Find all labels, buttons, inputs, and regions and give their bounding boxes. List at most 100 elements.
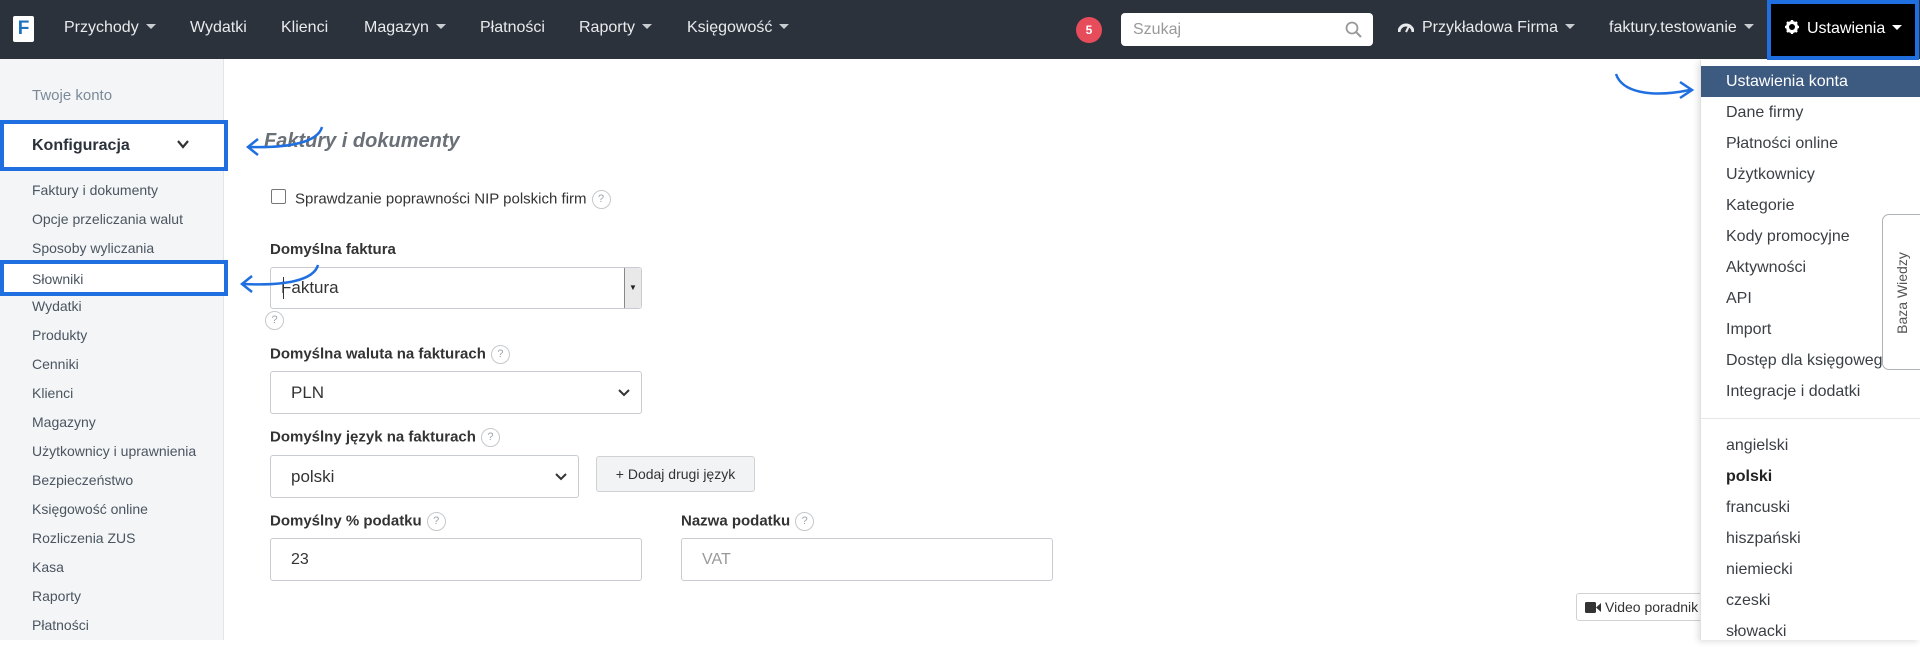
knowledge-base-label: Baza Wiedzy	[1894, 252, 1910, 334]
language-option-francuski[interactable]: francuski	[1701, 492, 1920, 523]
notifications-badge[interactable]: 5	[1076, 17, 1102, 43]
select-value: PLN	[291, 383, 325, 402]
sidebar-item-wydatki[interactable]: Wydatki	[32, 298, 82, 314]
sidebar-item-uzytkownicy[interactable]: Użytkownicy i uprawnienia	[32, 443, 196, 459]
search-icon[interactable]	[1345, 21, 1362, 38]
video-button-label: Video poradnik	[1605, 599, 1699, 615]
caret-down-icon	[779, 24, 790, 29]
default-tax-input[interactable]: 23	[270, 538, 642, 581]
language-option-angielski[interactable]: angielski	[1701, 430, 1920, 461]
sidebar-item-cenniki[interactable]: Cenniki	[32, 356, 79, 372]
nav-raporty[interactable]: Raporty	[579, 0, 653, 59]
nav-label: Przychody	[64, 19, 139, 36]
nip-check-checkbox[interactable]	[271, 189, 286, 204]
nav-platnosci[interactable]: Płatności	[480, 0, 545, 59]
nav-label: Raporty	[579, 19, 636, 36]
menu-item-integracje[interactable]: Integracje i dodatki	[1701, 376, 1920, 407]
default-language-select[interactable]: polski	[270, 455, 579, 498]
sidebar-item-klienci[interactable]: Klienci	[32, 385, 73, 401]
help-icon[interactable]: ?	[426, 512, 446, 531]
annotation-arrow-ustawienia-konta	[1614, 73, 1695, 100]
caret-down-icon	[642, 24, 653, 29]
nav-label: Wydatki	[190, 19, 247, 36]
menu-item-uzytkownicy[interactable]: Użytkownicy	[1701, 159, 1920, 190]
sidebar-item-kasa[interactable]: Kasa	[32, 559, 64, 575]
sidebar-item-opcje-walut[interactable]: Opcje przeliczania walut	[32, 211, 183, 227]
user-menu[interactable]: faktury.testowanie	[1609, 0, 1754, 59]
default-currency-select[interactable]: PLN	[270, 371, 642, 414]
default-tax-label: Domyślny % podatku?	[270, 512, 446, 531]
menu-item-platnosci-online[interactable]: Płatności online	[1701, 128, 1920, 159]
sidebar-item-magazyny[interactable]: Magazyny	[32, 414, 96, 430]
input-placeholder: VAT	[702, 551, 731, 568]
add-second-language-button[interactable]: + Dodaj drugi język	[596, 456, 755, 492]
caret-down-icon	[1892, 25, 1903, 30]
menu-item-dane-firmy[interactable]: Dane firmy	[1701, 97, 1920, 128]
default-currency-label: Domyślna waluta na fakturach?	[270, 345, 510, 364]
sidebar-item-label: Słowniki	[32, 271, 84, 287]
sidebar: Twoje konto Konfiguracja Faktury i dokum…	[0, 59, 228, 640]
default-invoice-label: Domyślna faktura	[270, 241, 396, 258]
settings-button[interactable]: Ustawienia	[1767, 0, 1919, 60]
sidebar-item-platnosci[interactable]: Płatności	[32, 617, 89, 633]
help-icon[interactable]: ?	[265, 311, 284, 330]
caret-down-icon	[145, 24, 156, 29]
search-input[interactable]	[1121, 13, 1331, 46]
gear-icon	[1785, 20, 1799, 34]
sidebar-item-ksiegowosc[interactable]: Księgowość online	[32, 501, 148, 517]
sidebar-account-link[interactable]: Twoje konto	[32, 87, 112, 104]
chevron-down-icon	[618, 389, 630, 397]
sidebar-item-sposoby[interactable]: Sposoby wyliczania	[32, 240, 154, 256]
language-option-slowacki[interactable]: słowacki	[1701, 616, 1920, 647]
knowledge-base-tab[interactable]: Baza Wiedzy	[1882, 214, 1920, 370]
top-navbar: F Przychody Wydatki Klienci Magazyn Płat…	[0, 0, 1920, 60]
label-text: Domyślna waluta na fakturach	[270, 345, 486, 363]
video-guide-button[interactable]: Video poradnik	[1576, 593, 1706, 621]
nav-label: Klienci	[281, 19, 329, 36]
select-value: polski	[291, 467, 335, 486]
sidebar-item-bezpieczenstwo[interactable]: Bezpieczeństwo	[32, 472, 133, 488]
help-icon[interactable]: ?	[795, 512, 815, 531]
sidebar-item-faktury[interactable]: Faktury i dokumenty	[32, 182, 158, 198]
dashboard-icon	[1397, 23, 1415, 33]
company-name: Przykładowa Firma	[1422, 19, 1559, 36]
menu-item-ustawienia-konta[interactable]: Ustawienia konta	[1701, 66, 1920, 97]
caret-down-icon	[435, 24, 446, 29]
nav-przychody[interactable]: Przychody	[64, 0, 156, 59]
label-text: Domyślny % podatku	[270, 512, 422, 530]
language-option-czeski[interactable]: czeski	[1701, 585, 1920, 616]
nav-wydatki[interactable]: Wydatki	[190, 0, 247, 59]
sidebar-item-produkty[interactable]: Produkty	[32, 327, 87, 343]
app-logo[interactable]: F	[13, 16, 34, 42]
section-title: Konfiguracja	[32, 137, 130, 154]
sidebar-item-zus[interactable]: Rozliczenia ZUS	[32, 530, 135, 546]
sidebar-item-slowniki[interactable]: Słowniki	[0, 260, 228, 296]
language-option-hiszpanski[interactable]: hiszpański	[1701, 523, 1920, 554]
caret-down-icon	[1743, 24, 1754, 29]
chevron-down-icon	[177, 140, 189, 149]
nav-magazyn[interactable]: Magazyn	[364, 0, 446, 59]
sidebar-section-konfiguracja[interactable]: Konfiguracja	[0, 120, 228, 171]
help-icon[interactable]: ?	[480, 428, 500, 447]
caret-down-icon	[1565, 24, 1576, 29]
dropdown-toggle-icon[interactable]: ▼	[624, 268, 641, 308]
tax-name-label: Nazwa podatku?	[681, 512, 815, 531]
label-text: Nazwa podatku	[681, 512, 791, 530]
sidebar-item-raporty[interactable]: Raporty	[32, 588, 81, 604]
default-language-label: Domyślny język na fakturach?	[270, 428, 500, 447]
nav-label: Księgowość	[687, 19, 773, 36]
nip-check-text: Sprawdzanie poprawności NIP polskich fir…	[295, 190, 587, 208]
nav-ksiegowosc[interactable]: Księgowość	[687, 0, 790, 59]
video-camera-icon	[1585, 602, 1601, 613]
menu-divider	[1701, 418, 1920, 419]
language-option-polski[interactable]: polski	[1701, 461, 1920, 492]
nav-label: Płatności	[480, 19, 545, 36]
company-switcher[interactable]: Przykładowa Firma	[1397, 0, 1576, 59]
help-icon[interactable]: ?	[490, 345, 510, 364]
label-text: Domyślny język na fakturach	[270, 428, 476, 446]
settings-label: Ustawienia	[1807, 20, 1886, 37]
tax-name-input[interactable]: VAT	[681, 538, 1053, 581]
help-icon[interactable]: ?	[591, 190, 611, 209]
language-option-niemiecki[interactable]: niemiecki	[1701, 554, 1920, 585]
nav-klienci[interactable]: Klienci	[281, 0, 328, 59]
